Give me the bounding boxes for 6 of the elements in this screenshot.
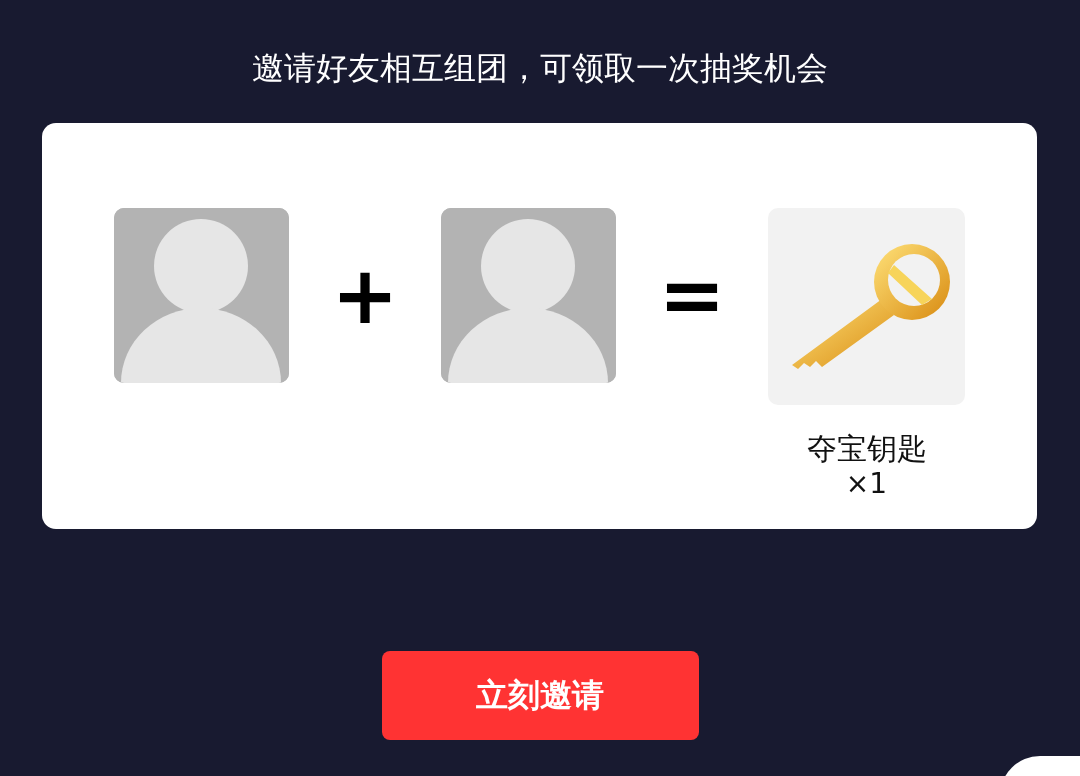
operator-symbol: + <box>331 255 399 336</box>
operator-symbol: = <box>658 255 726 336</box>
reward-count: ×1 <box>845 467 888 501</box>
invite-headline: 邀请好友相互组团，可领取一次抽奖机会 <box>251 48 829 89</box>
invite-button[interactable]: 立刻邀请 <box>381 651 699 740</box>
reward-name: 夺宝钥匙 <box>806 431 927 467</box>
